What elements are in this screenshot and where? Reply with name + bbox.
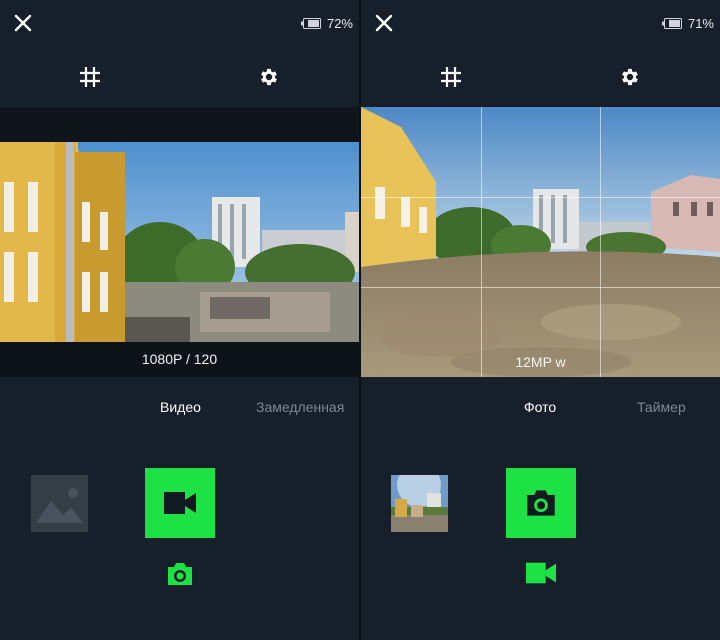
close-button[interactable] [373, 12, 395, 34]
grid-toggle-button[interactable] [440, 66, 462, 88]
battery-status: 72% [300, 14, 353, 32]
live-preview-image [361, 107, 720, 377]
tab-photo[interactable]: Фото [524, 399, 556, 415]
resolution-label: 12MP w [515, 354, 566, 370]
switch-to-photo-button[interactable] [165, 561, 195, 587]
camera-viewfinder[interactable] [0, 107, 359, 377]
close-icon [375, 14, 393, 32]
battery-percent: 72% [326, 15, 353, 31]
camera-viewfinder[interactable] [361, 107, 720, 377]
switch-to-video-button[interactable] [525, 561, 557, 585]
shutter-button[interactable] [506, 468, 576, 538]
battery-percent: 71% [687, 15, 714, 31]
grid-toggle-button[interactable] [79, 66, 101, 88]
battery-status: 71% [661, 14, 714, 32]
battery-icon [661, 17, 682, 29]
record-button[interactable] [145, 468, 215, 538]
resolution-label: 1080P / 120 [0, 342, 359, 377]
gallery-button[interactable] [391, 475, 448, 532]
close-icon [14, 14, 32, 32]
gallery-button[interactable] [31, 475, 88, 532]
tab-timer[interactable]: Таймер [637, 399, 686, 415]
video-camera-icon [164, 492, 196, 514]
last-photo-thumbnail [391, 475, 448, 532]
settings-button[interactable] [619, 66, 641, 88]
video-camera-icon [526, 562, 556, 584]
photo-mode-screen: 71% 12MP w Фото Таймер [361, 0, 720, 640]
close-button[interactable] [12, 12, 34, 34]
video-mode-screen: 72% 1080P / 120 Видео Замедленная [0, 0, 359, 640]
image-placeholder-icon [31, 475, 88, 532]
gear-icon [622, 68, 638, 86]
tab-video[interactable]: Видео [160, 399, 201, 415]
tab-slow-motion[interactable]: Замедленная [256, 399, 344, 415]
live-preview-image [0, 142, 359, 342]
battery-icon [300, 17, 321, 29]
camera-icon [168, 563, 192, 585]
gear-icon [261, 68, 277, 86]
grid-icon [80, 67, 100, 87]
camera-icon [527, 490, 555, 516]
grid-icon [441, 67, 461, 87]
settings-button[interactable] [258, 66, 280, 88]
